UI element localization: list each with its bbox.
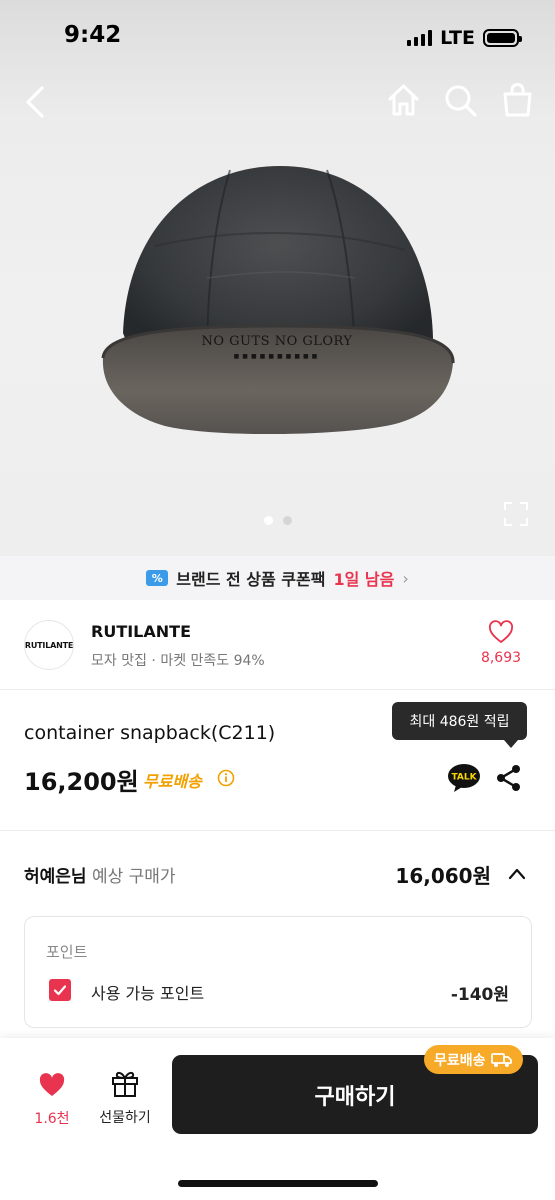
shipping-info-button[interactable] — [217, 769, 235, 787]
gift-label: 선물하기 — [99, 1110, 151, 1126]
brand-like-button[interactable]: 8,693 — [471, 620, 531, 666]
bottom-action-bar: 1.6천 선물하기 구매하기 무료배송 — [0, 1038, 555, 1200]
network-label: LTE — [440, 27, 475, 49]
chevron-right-icon: › — [402, 568, 409, 588]
home-icon — [388, 84, 419, 116]
truck-icon — [490, 1052, 512, 1067]
checkmark-icon — [53, 985, 67, 996]
heart-outline-icon — [489, 620, 513, 643]
search-icon — [445, 85, 477, 117]
status-time: 9:42 — [64, 22, 122, 48]
like-button[interactable]: 1.6천 — [26, 1072, 78, 1128]
cart-button[interactable] — [500, 80, 535, 120]
image-pagination — [0, 516, 555, 525]
use-points-checkbox[interactable] — [49, 979, 71, 1001]
coupon-text: 브랜드 전 상품 쿠폰팩 — [176, 570, 326, 589]
user-name: 허예은님 — [24, 867, 87, 887]
points-option-label[interactable]: 사용 가능 포인트 — [91, 980, 204, 1004]
talk-icon: TALK — [448, 764, 480, 792]
back-button[interactable] — [18, 82, 54, 122]
free-shipping-label: 무료배송 — [143, 772, 202, 791]
home-button[interactable] — [386, 80, 421, 120]
points-option-value: -140원 — [450, 985, 509, 1005]
kakao-talk-share-button[interactable]: TALK — [447, 763, 481, 793]
expected-price-value: 16,060원 — [395, 864, 491, 888]
expected-price-caption: 예상 구매가 — [91, 867, 176, 887]
back-arrow-icon — [26, 86, 44, 118]
brand-row[interactable]: RUTILANTE RUTILANTE 모자 맛집 · 마켓 만족도 94% 8… — [0, 600, 555, 690]
top-nav-icons — [386, 80, 535, 120]
fullscreen-button[interactable] — [503, 501, 529, 527]
product-name: container snapback(C211) — [24, 722, 276, 744]
info-icon — [217, 769, 235, 787]
svg-text:TALK: TALK — [451, 773, 477, 783]
like-count: 1.6천 — [34, 1111, 70, 1127]
search-button[interactable] — [443, 80, 478, 120]
coupon-deadline: 1일 남음 — [333, 570, 395, 589]
chevron-up-icon — [508, 868, 526, 880]
free-shipping-badge: 무료배송 — [424, 1045, 523, 1074]
share-icon — [497, 765, 520, 791]
page-dot-active[interactable] — [263, 516, 273, 525]
coupon-icon: % — [146, 570, 169, 586]
status-indicators: LTE — [407, 27, 522, 49]
gift-icon — [112, 1071, 138, 1097]
points-panel: 포인트 사용 가능 포인트 -140원 — [24, 916, 532, 1028]
page-dot[interactable] — [282, 516, 292, 525]
cap-product-image: NO GUTS NO GLORY ■■■■■■■■■■ — [101, 166, 455, 435]
share-button[interactable] — [496, 764, 522, 792]
collapse-toggle[interactable] — [507, 864, 527, 884]
signal-icon — [407, 30, 433, 46]
product-price: 16,200원 — [24, 768, 139, 796]
brand-name[interactable]: RUTILANTE — [91, 622, 191, 641]
shopping-bag-icon — [503, 83, 532, 117]
brand-subtitle: 모자 맛집 · 마켓 만족도 94% — [91, 653, 265, 669]
points-title: 포인트 — [46, 943, 88, 961]
divider — [0, 830, 555, 831]
expand-icon — [504, 502, 528, 526]
expected-price-label: 허예은님 예상 구매가 — [24, 862, 176, 887]
brand-logo[interactable]: RUTILANTE — [24, 620, 74, 670]
gift-button[interactable]: 선물하기 — [92, 1068, 158, 1127]
product-image-area[interactable]: 9:42 LTE NO GUTS NO GLORY ■■■■■■■■■■ — [0, 0, 555, 556]
brand-like-count: 8,693 — [480, 650, 522, 666]
shipping-badge-label: 무료배송 — [434, 1052, 486, 1069]
heart-filled-icon — [39, 1073, 65, 1096]
svg-text:NO GUTS NO GLORY: NO GUTS NO GLORY — [201, 334, 352, 349]
home-indicator — [178, 1180, 378, 1187]
coupon-banner[interactable]: % 브랜드 전 상품 쿠폰팩 1일 남음 › — [0, 556, 555, 600]
points-tooltip: 최대 486원 적립 — [392, 702, 527, 748]
battery-icon — [483, 29, 522, 47]
svg-text:■■■■■■■■■■: ■■■■■■■■■■ — [234, 353, 321, 360]
